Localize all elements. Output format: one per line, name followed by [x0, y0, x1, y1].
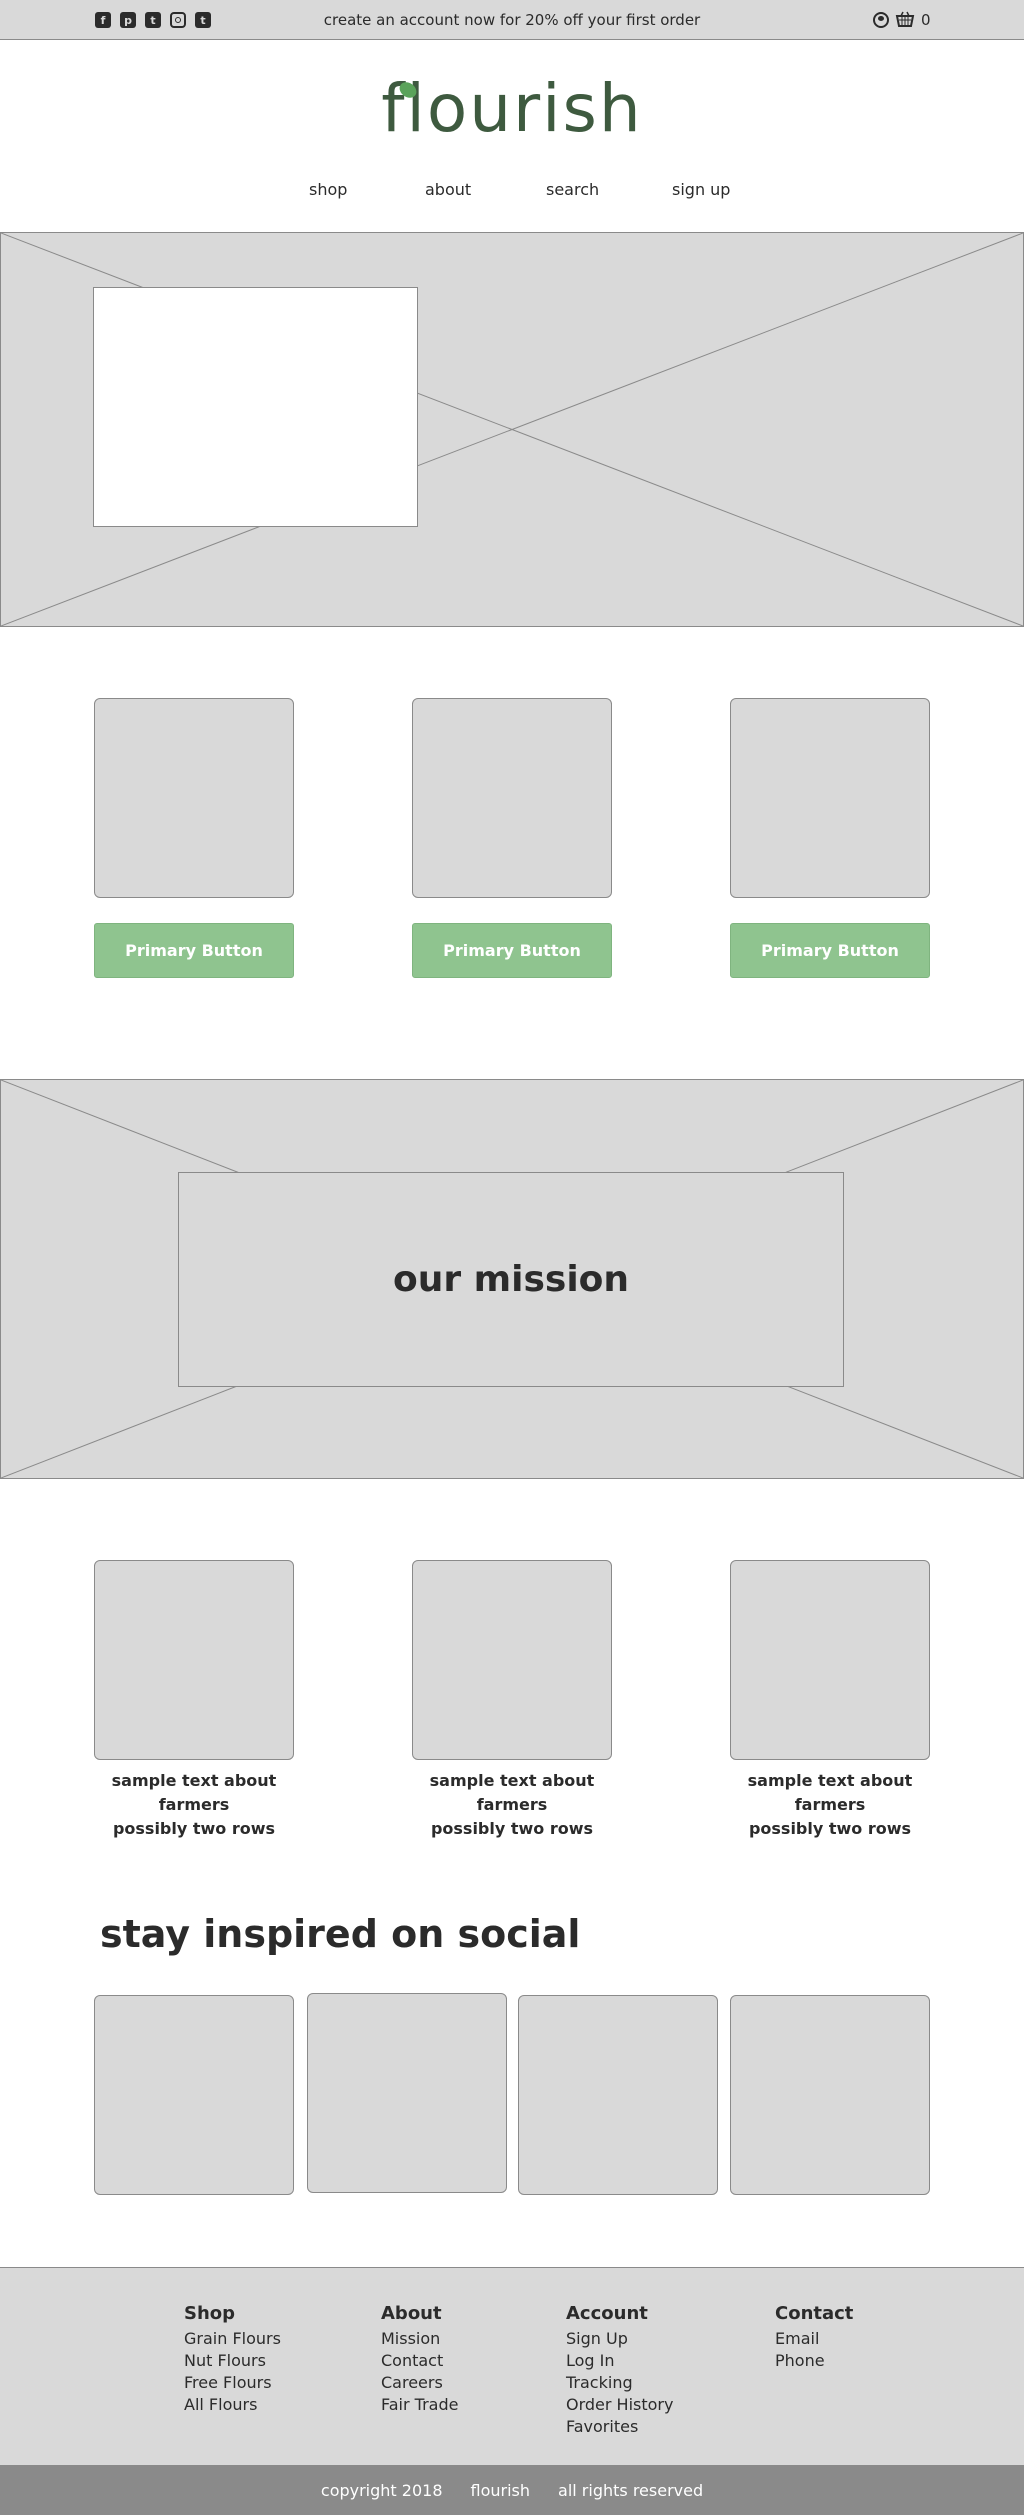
farmer-caption-2: sample text about farmers possibly two r…: [392, 1769, 632, 1841]
social-post-3[interactable]: [518, 1995, 718, 2195]
nav-search[interactable]: search: [546, 180, 599, 199]
nav-about[interactable]: about: [425, 180, 471, 199]
copyright-brand: flourish: [470, 2480, 531, 2500]
footer-col-about: About Mission Contact Careers Fair Trade: [381, 2303, 458, 2416]
farmer-image-2[interactable]: [412, 1560, 612, 1760]
social-post-4[interactable]: [730, 1995, 930, 2195]
footer-link-nut-flours[interactable]: Nut Flours: [184, 2350, 281, 2372]
footer-link-contact[interactable]: Contact: [381, 2350, 458, 2372]
product-image-1[interactable]: [94, 698, 294, 898]
account-area: 0: [873, 11, 931, 29]
primary-button-3[interactable]: Primary Button: [730, 923, 930, 978]
brand-logo[interactable]: flourish: [0, 70, 1024, 147]
farmer-image-3[interactable]: [730, 1560, 930, 1760]
footer-link-tracking[interactable]: Tracking: [566, 2372, 673, 2394]
farmer-caption-1: sample text about farmers possibly two r…: [74, 1769, 314, 1841]
cart-count: 0: [921, 11, 931, 29]
farmer-caption-3-line-1: sample text about farmers: [747, 1771, 913, 1814]
footer-link-sign-up[interactable]: Sign Up: [566, 2328, 673, 2350]
copyright-rights: all rights reserved: [558, 2480, 704, 2500]
hero-content-box: [93, 287, 418, 527]
farmer-caption-2-line-1: sample text about farmers: [429, 1771, 595, 1814]
nav-sign-up[interactable]: sign up: [672, 180, 730, 199]
cart-icon[interactable]: [895, 11, 915, 29]
footer-link-grain-flours[interactable]: Grain Flours: [184, 2328, 281, 2350]
footer-link-favorites[interactable]: Favorites: [566, 2416, 673, 2438]
farmer-image-1[interactable]: [94, 1560, 294, 1760]
primary-button-1[interactable]: Primary Button: [94, 923, 294, 978]
footer-link-email[interactable]: Email: [775, 2328, 853, 2350]
farmer-caption-1-line-1: sample text about farmers: [111, 1771, 277, 1814]
footer: Shop Grain Flours Nut Flours Free Flours…: [0, 2267, 1024, 2465]
copyright-bar: copyright 2018 flourish all rights reser…: [0, 2465, 1024, 2515]
user-account-icon[interactable]: [873, 12, 889, 28]
footer-link-careers[interactable]: Careers: [381, 2372, 458, 2394]
footer-link-mission[interactable]: Mission: [381, 2328, 458, 2350]
mission-box: our mission: [178, 1172, 844, 1387]
social-post-2[interactable]: [307, 1993, 507, 2193]
footer-about-title: About: [381, 2303, 442, 2324]
footer-col-contact: Contact Email Phone: [775, 2303, 853, 2372]
farmer-caption-3-line-2: possibly two rows: [748, 1819, 912, 1838]
farmer-caption-1-line-2: possibly two rows: [112, 1819, 276, 1838]
top-bar: f p t t create an account now for 20% of…: [0, 0, 1024, 40]
product-image-3[interactable]: [730, 698, 930, 898]
primary-button-2[interactable]: Primary Button: [412, 923, 612, 978]
footer-link-log-in[interactable]: Log In: [566, 2350, 673, 2372]
social-section-title: stay inspired on social: [100, 1912, 581, 1956]
footer-link-order-history[interactable]: Order History: [566, 2394, 673, 2416]
promo-text: create an account now for 20% off your f…: [323, 11, 701, 29]
footer-contact-title: Contact: [775, 2303, 854, 2324]
mission-title: our mission: [392, 1259, 630, 1300]
nav-shop[interactable]: shop: [309, 180, 347, 199]
product-image-2[interactable]: [412, 698, 612, 898]
footer-link-all-flours[interactable]: All Flours: [184, 2394, 281, 2416]
social-post-1[interactable]: [94, 1995, 294, 2195]
footer-shop-title: Shop: [184, 2303, 236, 2324]
main-nav: shop about search sign up: [0, 180, 1024, 200]
footer-account-title: Account: [566, 2303, 648, 2324]
footer-link-phone[interactable]: Phone: [775, 2350, 853, 2372]
footer-link-free-flours[interactable]: Free Flours: [184, 2372, 281, 2394]
footer-col-shop: Shop Grain Flours Nut Flours Free Flours…: [184, 2303, 281, 2416]
footer-col-account: Account Sign Up Log In Tracking Order Hi…: [566, 2303, 673, 2438]
farmer-caption-2-line-2: possibly two rows: [430, 1819, 594, 1838]
footer-link-fair-trade[interactable]: Fair Trade: [381, 2394, 458, 2416]
copyright-year: copyright 2018: [320, 2480, 443, 2500]
farmer-caption-3: sample text about farmers possibly two r…: [710, 1769, 950, 1841]
leaf-icon: [399, 82, 417, 98]
